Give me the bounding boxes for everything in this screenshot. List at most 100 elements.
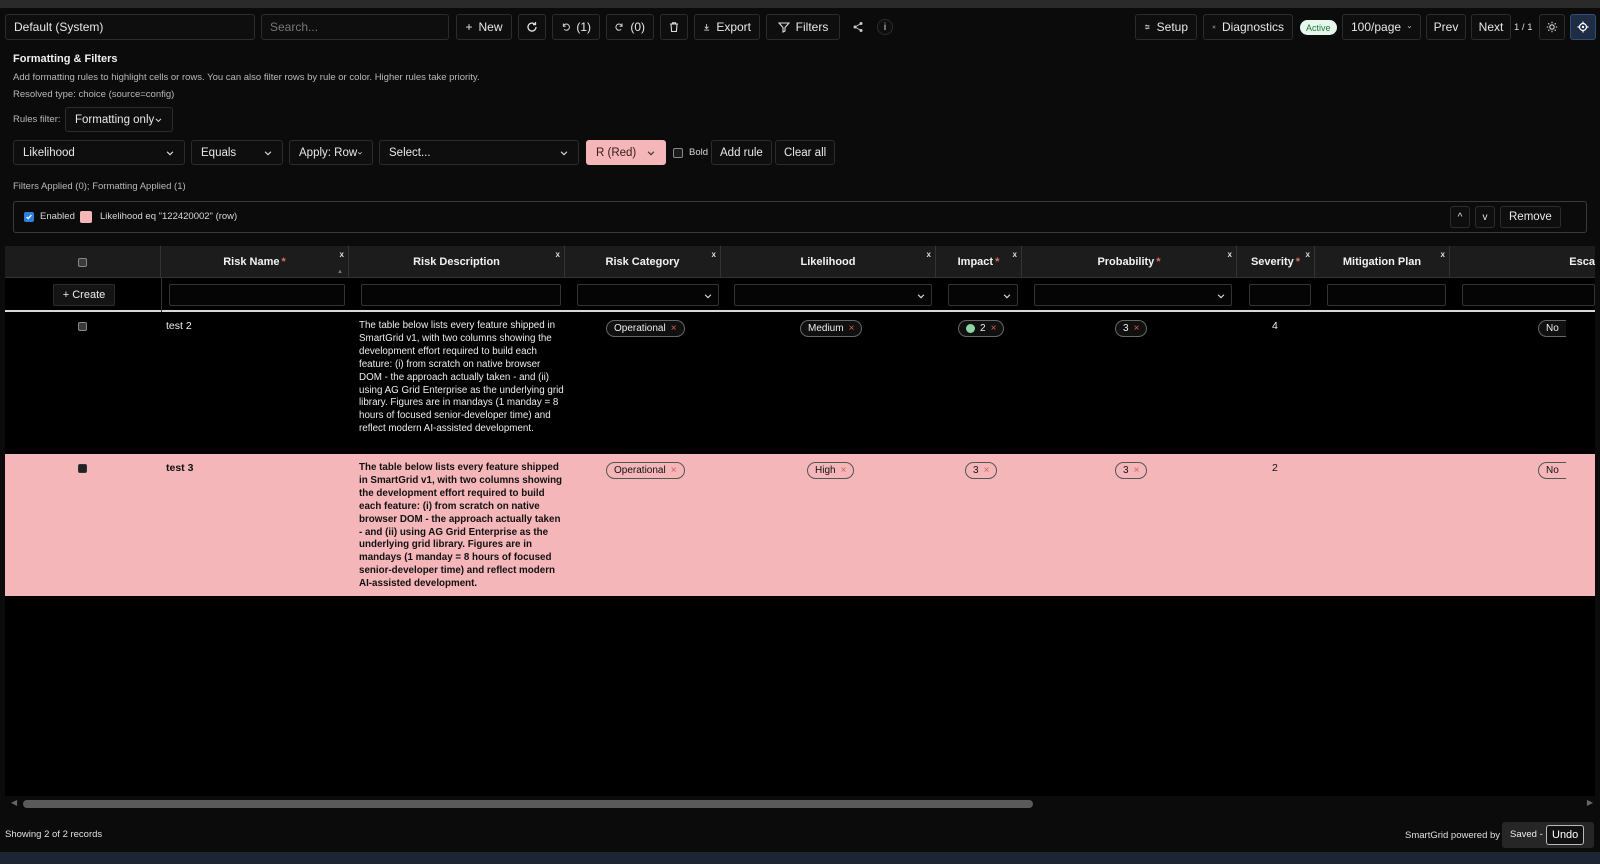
remove-tag-icon[interactable]: × bbox=[671, 323, 677, 334]
column-close-icon[interactable]: x bbox=[340, 250, 344, 259]
operator-select[interactable]: Equals bbox=[191, 140, 283, 165]
resolved-type: Resolved type: choice (source=config) bbox=[13, 89, 175, 100]
risk-name-filter-input[interactable] bbox=[169, 284, 345, 306]
column-header-risk-category[interactable]: Risk Category x bbox=[565, 246, 721, 278]
rule-remove-button[interactable]: Remove bbox=[1500, 206, 1561, 228]
saved-label: Saved - bbox=[1510, 829, 1543, 840]
column-close-icon[interactable]: x bbox=[556, 250, 560, 259]
rule-move-up-button[interactable]: ^ bbox=[1450, 206, 1470, 228]
column-header-impact[interactable]: Impact * x bbox=[936, 246, 1022, 278]
column-close-icon[interactable]: x bbox=[1306, 250, 1310, 259]
horizontal-scrollbar[interactable]: ◀ ▶ bbox=[5, 798, 1595, 810]
rule-enabled-checkbox[interactable] bbox=[24, 212, 34, 222]
row-select-checkbox[interactable] bbox=[78, 464, 87, 473]
rules-filter-select[interactable]: Formatting only bbox=[65, 107, 173, 132]
severity-cell[interactable]: 2 bbox=[1272, 462, 1278, 474]
apply-select[interactable]: Apply: Row bbox=[289, 140, 373, 165]
remove-tag-icon[interactable]: × bbox=[671, 465, 677, 476]
likelihood-tag[interactable]: High × bbox=[807, 462, 855, 479]
impact-tag[interactable]: 3 × bbox=[965, 462, 998, 479]
share-button[interactable] bbox=[846, 14, 870, 40]
escalation-filter-input[interactable] bbox=[1462, 284, 1595, 306]
risk-description-cell[interactable]: The table below lists every feature ship… bbox=[359, 462, 564, 591]
column-close-icon[interactable]: x bbox=[712, 250, 716, 259]
column-header-escalation[interactable]: Esca bbox=[1450, 246, 1595, 278]
next-page-button[interactable]: Next bbox=[1471, 14, 1511, 40]
refresh-icon bbox=[527, 22, 537, 32]
clear-all-button[interactable]: Clear all bbox=[775, 140, 836, 165]
scroll-left-icon[interactable]: ◀ bbox=[11, 798, 17, 807]
rule-move-down-button[interactable]: v bbox=[1475, 206, 1495, 228]
scrollbar-thumb[interactable] bbox=[23, 800, 1033, 808]
escalation-tag[interactable]: No bbox=[1538, 320, 1566, 337]
diagnostics-button[interactable]: Diagnostics bbox=[1203, 14, 1293, 40]
column-header-risk-description[interactable]: Risk Description x bbox=[349, 246, 565, 278]
column-close-icon[interactable]: x bbox=[927, 250, 931, 259]
refresh-button[interactable] bbox=[518, 14, 546, 40]
operator-select-value: Equals bbox=[201, 146, 237, 159]
severity-filter-input[interactable] bbox=[1249, 284, 1311, 306]
risk-description-filter-input[interactable] bbox=[361, 284, 561, 306]
view-selector[interactable]: Default (System) bbox=[5, 14, 255, 40]
undo-save-button[interactable]: Undo bbox=[1546, 825, 1585, 845]
share-icon bbox=[853, 22, 863, 32]
table-row[interactable]: test 3 The table below lists every featu… bbox=[5, 454, 1595, 596]
remove-tag-icon[interactable]: × bbox=[1134, 465, 1140, 476]
tag-label: No bbox=[1546, 465, 1559, 476]
table-row[interactable]: test 2 The table below lists every featu… bbox=[5, 312, 1595, 454]
column-header-probability[interactable]: Probability * x bbox=[1022, 246, 1237, 278]
risk-name-cell[interactable]: test 2 bbox=[166, 320, 192, 332]
escalation-tag[interactable]: No bbox=[1538, 462, 1566, 479]
probability-tag[interactable]: 3 × bbox=[1115, 462, 1148, 479]
impact-tag[interactable]: 2 × bbox=[958, 320, 1005, 337]
column-close-icon[interactable]: x bbox=[1228, 250, 1232, 259]
create-button[interactable]: + Create bbox=[53, 284, 115, 306]
risk-category-tag[interactable]: Operational × bbox=[606, 462, 685, 479]
color-select[interactable]: R (Red) bbox=[586, 140, 666, 165]
theme-toggle-button[interactable] bbox=[1539, 14, 1565, 40]
scroll-right-icon[interactable]: ▶ bbox=[1587, 798, 1593, 807]
bold-checkbox[interactable] bbox=[673, 148, 683, 158]
risk-name-cell[interactable]: test 3 bbox=[166, 462, 193, 474]
apply-select-value: Apply: Row bbox=[299, 146, 358, 159]
severity-cell[interactable]: 4 bbox=[1272, 320, 1278, 332]
value-select[interactable]: Select... bbox=[379, 140, 579, 165]
filters-button[interactable]: Filters bbox=[766, 14, 840, 40]
search-input[interactable]: Search... bbox=[261, 14, 449, 40]
prev-page-button[interactable]: Prev bbox=[1426, 14, 1466, 40]
remove-tag-icon[interactable]: × bbox=[849, 323, 855, 334]
likelihood-filter-select[interactable] bbox=[734, 284, 932, 306]
column-close-icon[interactable]: x bbox=[1013, 250, 1017, 259]
risk-category-tag[interactable]: Operational × bbox=[606, 320, 685, 337]
risk-category-filter-select[interactable] bbox=[577, 284, 719, 306]
remove-tag-icon[interactable]: × bbox=[984, 465, 990, 476]
locate-button[interactable] bbox=[1570, 14, 1596, 40]
likelihood-tag[interactable]: Medium × bbox=[800, 320, 863, 337]
mitigation-plan-filter-input[interactable] bbox=[1327, 284, 1446, 306]
new-button[interactable]: + New bbox=[456, 14, 512, 40]
remove-tag-icon[interactable]: × bbox=[991, 323, 997, 334]
column-close-icon[interactable]: x bbox=[1441, 250, 1445, 259]
risk-description-cell[interactable]: The table below lists every feature ship… bbox=[359, 320, 564, 436]
delete-button[interactable] bbox=[660, 14, 688, 40]
probability-tag[interactable]: 3 × bbox=[1115, 320, 1148, 337]
select-all-checkbox[interactable] bbox=[78, 257, 87, 267]
row-select-checkbox[interactable] bbox=[78, 322, 87, 331]
page-size-select[interactable]: 100/page bbox=[1342, 14, 1421, 40]
remove-tag-icon[interactable]: × bbox=[1134, 323, 1140, 334]
column-header-severity[interactable]: Severity * x bbox=[1237, 246, 1315, 278]
column-header-risk-name[interactable]: Risk Name * x ▲ bbox=[161, 246, 349, 278]
export-button[interactable]: Export bbox=[694, 14, 760, 40]
column-header-likelihood[interactable]: Likelihood x bbox=[721, 246, 936, 278]
setup-button[interactable]: Setup bbox=[1135, 14, 1197, 40]
redo-button[interactable]: (0) bbox=[606, 14, 654, 40]
column-header-mitigation-plan[interactable]: Mitigation Plan x bbox=[1315, 246, 1450, 278]
probability-filter-select[interactable] bbox=[1034, 284, 1232, 306]
sort-icon[interactable]: ▲ bbox=[337, 269, 343, 275]
undo-button[interactable]: (1) bbox=[552, 14, 600, 40]
field-select[interactable]: Likelihood bbox=[13, 140, 185, 165]
impact-filter-select[interactable] bbox=[948, 284, 1018, 306]
info-button[interactable]: i bbox=[877, 19, 893, 35]
add-rule-button[interactable]: Add rule bbox=[711, 140, 772, 165]
remove-tag-icon[interactable]: × bbox=[841, 465, 847, 476]
